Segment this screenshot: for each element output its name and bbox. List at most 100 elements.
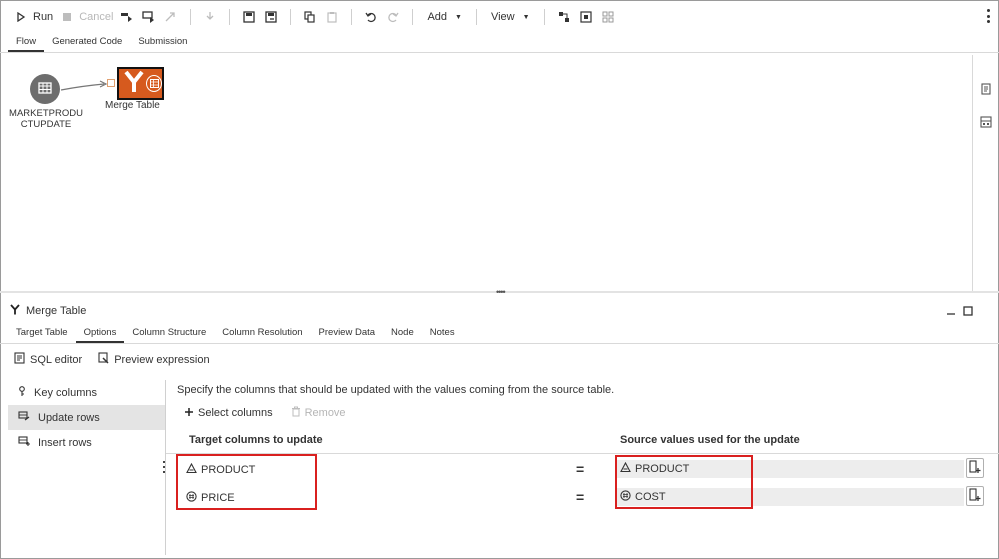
tab-notes[interactable]: Notes [422,325,463,343]
cancel-label: Cancel [79,11,114,23]
nav-item-label: Key columns [34,386,97,399]
select-columns-button[interactable]: Select columns [184,406,273,420]
view-menu[interactable]: View ▼ [485,11,536,23]
caret-down-icon: ▼ [455,13,462,21]
target-highlight-box [176,454,317,510]
maximize-icon[interactable] [963,306,973,319]
merge-node-label: Merge Table [105,100,160,111]
cancel-button[interactable]: Cancel [56,6,116,28]
sql-icon [14,352,25,367]
target-columns-header: Target columns to update [189,434,323,446]
add-menu[interactable]: Add ▼ [421,11,468,23]
view-menu-label: View [490,11,515,23]
tab-preview-data[interactable]: Preview Data [311,325,384,343]
fit-to-screen-button[interactable] [575,6,597,28]
arrange-icon [556,9,572,25]
toolbar-divider [543,9,545,25]
undo-icon [363,9,379,25]
source-values-header: Source values used for the update [620,434,800,446]
stop-icon [59,9,75,25]
run-to-node-button[interactable] [160,6,182,28]
source-highlight-box [615,455,753,509]
run-to-node-icon [163,9,179,25]
table-icon [38,81,52,97]
copy-button[interactable] [299,6,321,28]
toolbar-divider [190,9,192,25]
panel-tabs: Target Table Options Column Structure Co… [8,325,463,343]
equals-sign: = [576,461,585,477]
source-node-label: MARKETPRODUCTUPDATE [9,108,83,130]
equals-sign: = [576,489,585,505]
tab-generated-code[interactable]: Generated Code [44,34,130,52]
merge-table-node[interactable] [117,67,164,100]
insert-rows-icon [18,435,30,450]
select-columns-label: Select columns [198,407,273,419]
tab-column-structure[interactable]: Column Structure [124,325,214,343]
key-icon [18,385,26,400]
tab-target-table[interactable]: Target Table [8,325,76,343]
table-badge-icon [146,75,162,92]
properties-icon[interactable] [980,116,992,128]
toolbar: Run Cancel Add ▼ View ▼ [0,0,999,34]
copy-icon [302,9,318,25]
more-options-icon[interactable] [986,9,990,23]
panel-header: Merge Table [10,304,86,318]
panel-title: Merge Table [26,305,87,317]
splitter-grip-icon[interactable]: •••• [496,288,506,297]
fit-screen-icon [578,9,594,25]
expression-builder-button[interactable] [966,458,984,478]
remove-label: Remove [304,407,346,419]
paste-icon [324,9,340,25]
nav-item-label: Insert rows [38,436,92,449]
merge-icon [10,304,20,318]
schedule-button[interactable] [199,6,221,28]
nav-item-label: Update rows [38,411,100,424]
expression-builder-button[interactable] [966,486,984,506]
trash-icon [291,406,301,420]
save-as-icon [263,9,279,25]
tab-submission[interactable]: Submission [130,34,195,52]
minimize-icon[interactable] [946,306,956,319]
play-icon [13,9,29,25]
input-port[interactable] [107,79,115,87]
sql-editor-button[interactable]: SQL editor [14,352,82,367]
remove-button[interactable]: Remove [291,406,346,420]
tab-node[interactable]: Node [383,325,422,343]
expression-add-icon [969,459,981,477]
column-actions: Select columns Remove [184,406,346,420]
schedule-icon [202,9,218,25]
redo-button[interactable] [382,6,404,28]
save-button[interactable] [238,6,260,28]
toolbar-divider [351,9,353,25]
paste-button[interactable] [321,6,343,28]
run-from-node-icon [119,9,135,25]
preview-expression-button[interactable]: Preview expression [98,352,210,367]
source-table-node[interactable] [30,74,60,104]
auto-arrange-button[interactable] [553,6,575,28]
right-side-panel [972,55,999,291]
run-from-node-button[interactable] [116,6,138,28]
toolbar-divider [475,9,477,25]
nav-update-rows[interactable]: Update rows [8,405,165,430]
toolbar-divider [229,9,231,25]
add-menu-label: Add [427,11,448,23]
details-icon[interactable] [980,83,992,95]
nav-insert-rows[interactable]: Insert rows [8,430,165,455]
redo-icon [385,9,401,25]
panel-actions: SQL editor Preview expression [14,352,210,367]
preview-expression-label: Preview expression [114,353,210,366]
save-as-button[interactable] [260,6,282,28]
tab-flow[interactable]: Flow [8,34,45,52]
top-tabs: Flow Generated Code Submission [8,34,195,52]
nav-key-columns[interactable]: Key columns [8,380,165,405]
tab-options[interactable]: Options [75,325,125,343]
merge-icon [123,70,145,97]
preview-icon [98,352,109,367]
run-button[interactable]: Run [10,6,56,28]
tab-column-resolution[interactable]: Column Resolution [214,325,310,343]
undo-button[interactable] [360,6,382,28]
overview-button[interactable] [597,6,619,28]
plus-icon [184,407,194,420]
run-node-button[interactable] [138,6,160,28]
flow-connector [60,80,108,91]
